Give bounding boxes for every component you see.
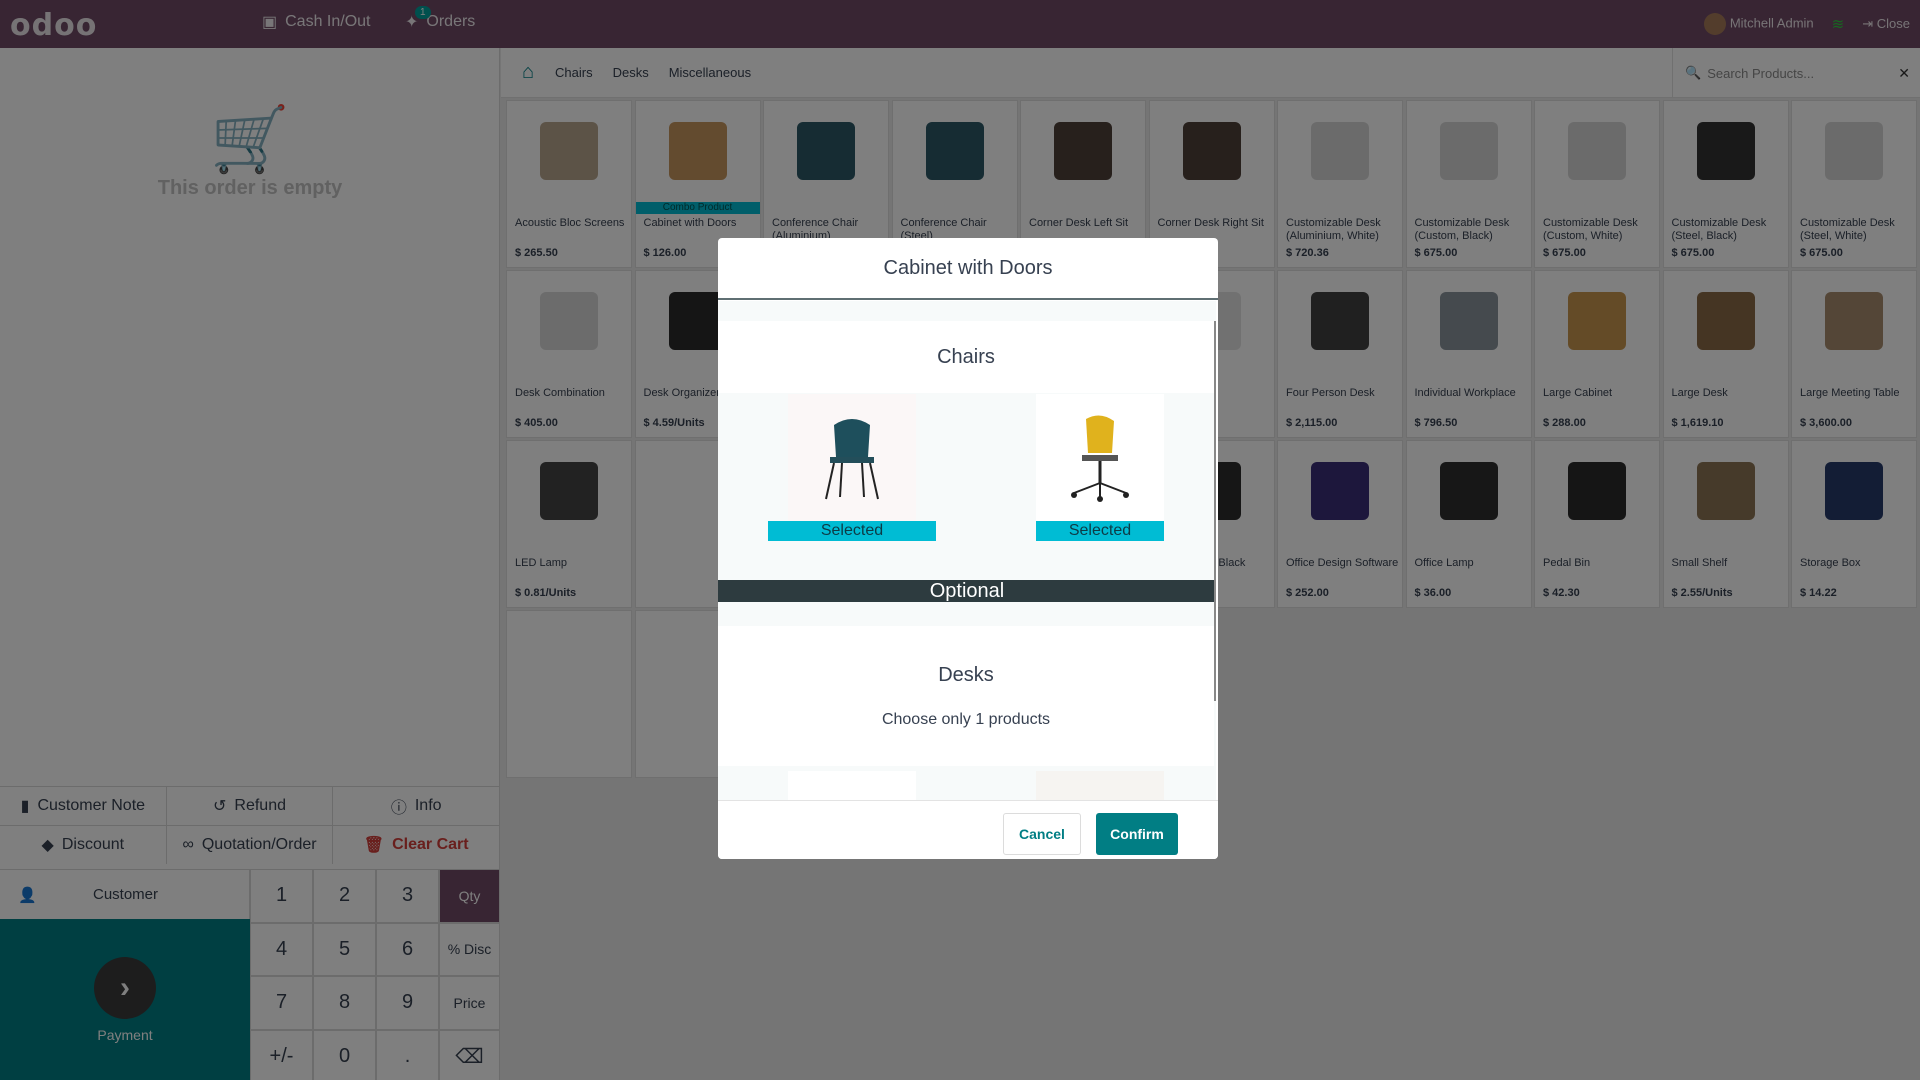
section-desks-hint: Choose only 1 products — [881, 710, 1051, 728]
combo-dialog: Cabinet with Doors Chairs Selected Selec… — [718, 238, 1218, 859]
choice-chair-2[interactable]: Selected — [1036, 394, 1164, 541]
choice-desk-2[interactable] — [1036, 771, 1164, 801]
office-chair-image — [1036, 394, 1164, 522]
dialog-title: Cabinet with Doors — [718, 238, 1218, 300]
optional-divider: Optional — [718, 580, 1216, 602]
dialog-body: Chairs Selected Selected Optional Desks … — [718, 301, 1216, 801]
dialog-footer: Cancel Confirm — [718, 800, 1218, 859]
confirm-button[interactable]: Confirm — [1096, 813, 1178, 855]
section-chairs: Chairs — [718, 321, 1214, 393]
choice-desk-1[interactable] — [788, 771, 916, 801]
selected-badge: Selected — [1036, 521, 1164, 541]
chair-image — [788, 394, 916, 522]
section-desks: Desks Choose only 1 products — [718, 626, 1214, 766]
section-chairs-title: Chairs — [937, 345, 995, 368]
selected-badge: Selected — [768, 521, 936, 541]
cancel-button[interactable]: Cancel — [1003, 813, 1081, 855]
dialog-scrollbar[interactable] — [1214, 321, 1216, 701]
chair-icon — [825, 419, 879, 500]
choice-chair-1[interactable]: Selected — [768, 394, 936, 541]
office-chair-icon — [1071, 415, 1129, 502]
section-desks-title: Desks — [938, 663, 994, 686]
